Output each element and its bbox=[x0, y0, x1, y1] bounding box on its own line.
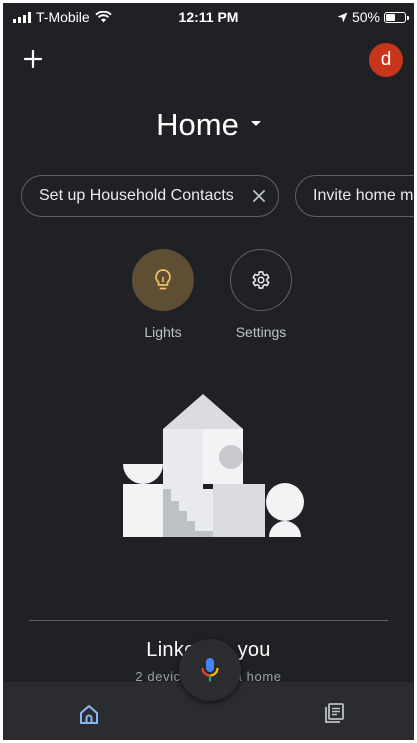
status-right: 50% bbox=[337, 9, 409, 25]
lights-circle bbox=[132, 249, 194, 311]
invite-home-members-chip[interactable]: Invite home me bbox=[295, 175, 414, 217]
plus-icon bbox=[24, 50, 42, 68]
lights-label: Lights bbox=[144, 324, 182, 340]
voice-assistant-button[interactable] bbox=[179, 639, 241, 701]
location-arrow-icon bbox=[337, 12, 348, 22]
battery-icon bbox=[384, 11, 409, 23]
lights-button[interactable]: Lights bbox=[131, 249, 195, 340]
household-contacts-chip[interactable]: Set up Household Contacts bbox=[21, 175, 279, 217]
home-icon[interactable] bbox=[77, 702, 101, 726]
battery-fill bbox=[386, 13, 395, 21]
caret-down-icon bbox=[250, 121, 261, 127]
page-title: Home bbox=[156, 107, 239, 142]
section-divider bbox=[29, 620, 388, 621]
linked-title-right: you bbox=[237, 639, 271, 661]
gear-icon bbox=[252, 271, 270, 289]
microphone-icon bbox=[201, 658, 219, 682]
app-screen: T-Mobile 12:11 PM 50% d Home Set up Hous… bbox=[3, 3, 414, 740]
chip-label: Set up Household Contacts bbox=[39, 187, 234, 204]
chip-label: Invite home me bbox=[313, 187, 414, 204]
settings-label: Settings bbox=[235, 324, 287, 340]
add-button[interactable] bbox=[19, 45, 47, 73]
battery-percent: 50% bbox=[351, 9, 380, 25]
home-illustration bbox=[123, 394, 304, 537]
lightbulb-icon bbox=[155, 269, 171, 290]
close-icon[interactable] bbox=[250, 187, 268, 205]
account-avatar[interactable]: d bbox=[369, 43, 403, 77]
home-selector[interactable]: Home bbox=[3, 107, 414, 143]
settings-circle bbox=[230, 249, 292, 311]
status-bar: T-Mobile 12:11 PM 50% bbox=[3, 3, 414, 31]
feed-icon[interactable] bbox=[322, 701, 346, 725]
settings-button[interactable]: Settings bbox=[229, 249, 293, 340]
